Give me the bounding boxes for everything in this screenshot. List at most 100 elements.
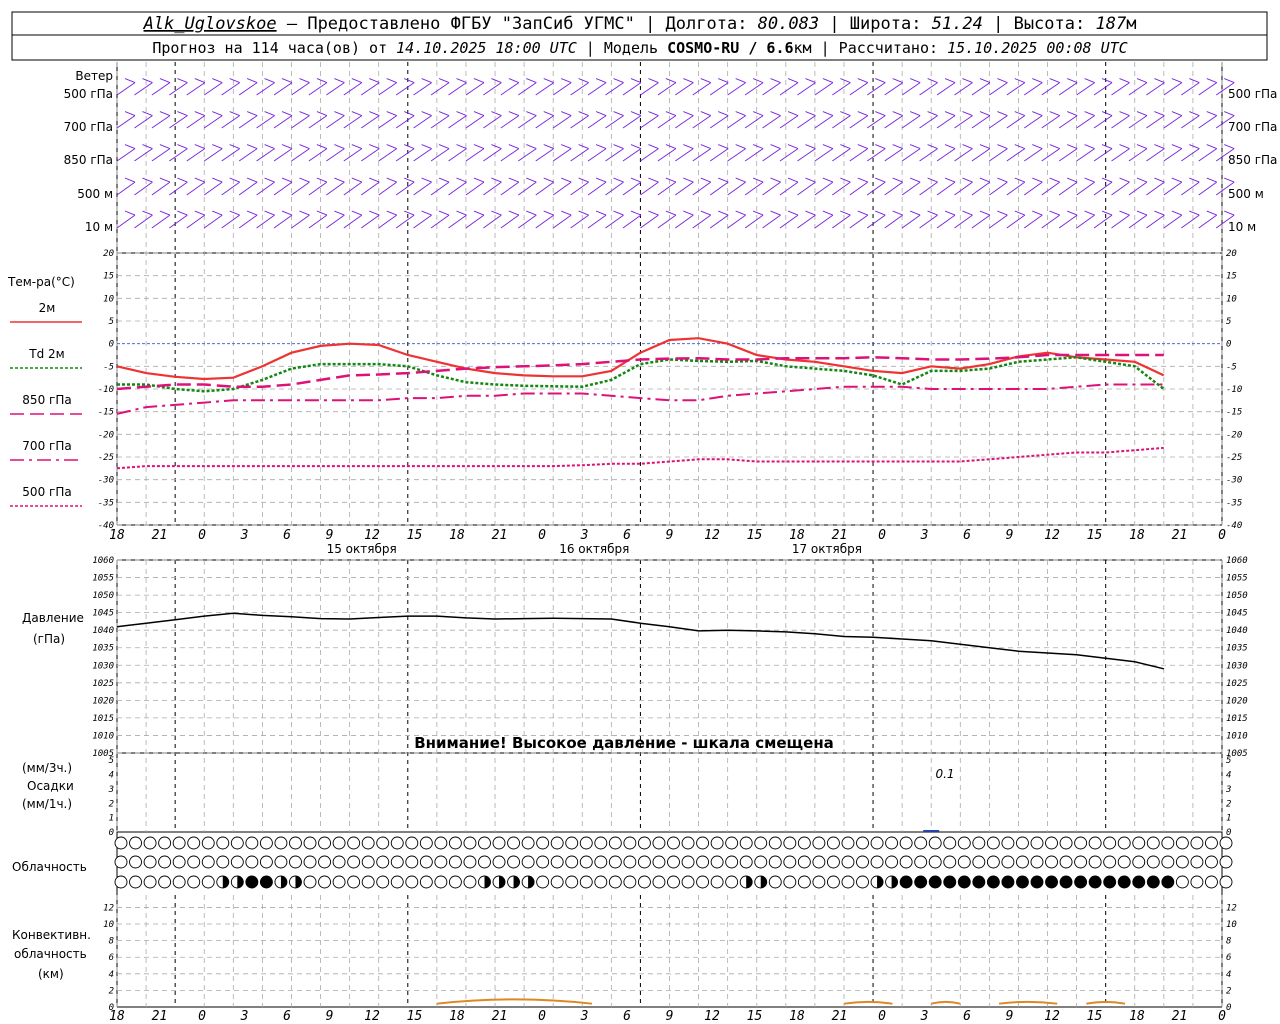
- wind-barb: [605, 78, 624, 96]
- wind-barb-feather: [421, 111, 432, 117]
- wind-barb: [1093, 144, 1113, 162]
- wind-barb-feather: [194, 144, 205, 150]
- wind-barb: [919, 78, 938, 96]
- wind-barb-staff: [378, 181, 397, 196]
- wind-barb-feather: [159, 210, 171, 216]
- wind-barb: [518, 144, 537, 162]
- wind-barb: [518, 177, 537, 196]
- wind-barb-feather: [561, 78, 572, 84]
- wind-barb-feather: [124, 78, 136, 84]
- wind-barb-staff: [326, 214, 345, 229]
- wind-barb-feather: [316, 144, 328, 150]
- cloud-cover-circle: [783, 855, 797, 869]
- wind-level-label-left: 850 гПа: [64, 153, 113, 167]
- wind-barb-staff: [814, 115, 834, 129]
- wind-barb-feather: [630, 144, 642, 150]
- wind-barb-staff: [221, 181, 240, 196]
- x-tick-label: 9: [666, 528, 674, 543]
- cloud-cover-circle: [1190, 875, 1204, 889]
- cloud-cover-circle: [841, 855, 855, 869]
- wind-barb-staff: [308, 115, 328, 129]
- cloud-cover-fill: [1089, 876, 1102, 888]
- y-tick-label: 3: [108, 785, 114, 795]
- wind-barb-feather: [561, 144, 572, 150]
- altitude-unit: м: [1126, 14, 1136, 34]
- wind-barb-staff: [116, 214, 136, 229]
- cloud-cover-fill: [1132, 876, 1145, 888]
- cloud-cover-fill: [943, 876, 956, 888]
- y-tick-label: 1025: [92, 679, 114, 689]
- wind-barb-feather: [648, 210, 659, 216]
- y-tick-label: 1055: [92, 574, 114, 584]
- wind-barb-staff: [500, 214, 520, 229]
- wind-barb-staff: [640, 115, 659, 129]
- wind-barb-staff: [570, 181, 589, 196]
- cloud-cover-circle: [1161, 855, 1175, 869]
- wind-barb-feather: [1032, 210, 1043, 216]
- wind-barb: [709, 78, 729, 96]
- y-tick-label: 6: [1226, 953, 1231, 963]
- cloud-cover-circle: [303, 855, 317, 869]
- x-tick-label: 15: [747, 528, 763, 543]
- wind-barb-staff: [744, 214, 764, 229]
- wind-barb: [308, 144, 328, 162]
- cloud-cover-circle: [1045, 836, 1058, 850]
- y-tick-label: 1010: [92, 731, 114, 741]
- cloud-cover-circle: [986, 855, 1000, 869]
- wind-barb-staff: [832, 148, 851, 162]
- wind-barb-feather: [752, 144, 764, 150]
- wind-barb-feather: [648, 177, 659, 183]
- wind-barb-staff: [1006, 181, 1026, 196]
- wind-barb-feather: [229, 144, 240, 150]
- wind-barb-staff: [134, 214, 153, 229]
- wind-barb-staff: [1163, 148, 1183, 162]
- y-tick-label: -5: [103, 362, 114, 372]
- y-tick-label: 8: [109, 937, 114, 947]
- wind-barb-feather: [124, 144, 136, 150]
- cloud-cover-circle: [768, 855, 782, 869]
- wind-barb-staff: [832, 115, 851, 129]
- wind-barb: [413, 111, 432, 129]
- cloud-cover-circle: [419, 836, 433, 850]
- wind-barb: [675, 144, 694, 162]
- cloud-cover-circle: [347, 875, 361, 889]
- wind-barb-feather: [665, 210, 677, 216]
- wind-barb: [273, 210, 293, 229]
- wind-barb: [692, 144, 712, 162]
- wind-barb: [116, 177, 136, 196]
- wind-barb: [1163, 144, 1183, 162]
- wind-level-label-right: 850 гПа: [1228, 153, 1277, 167]
- wind-barb-staff: [709, 115, 729, 129]
- wind-level-label-left: 10 м: [85, 220, 113, 234]
- wind-barb: [1076, 144, 1095, 162]
- wind-barb-staff: [1076, 148, 1095, 162]
- wind-barb-feather: [543, 78, 554, 84]
- wind-barb-feather: [595, 177, 607, 183]
- wind-barb: [448, 177, 467, 196]
- wind-barb-feather: [1136, 177, 1148, 183]
- cloud-cover-circle: [608, 855, 622, 869]
- wind-barb-staff: [221, 214, 240, 229]
- wind-barb-feather: [944, 111, 956, 117]
- cloud-cover-circle: [1190, 855, 1204, 869]
- wind-barb-staff: [570, 82, 589, 96]
- y-tick-label: 1020: [92, 696, 114, 706]
- wind-barb: [1041, 78, 1060, 96]
- cloud-cover-circle: [114, 836, 128, 850]
- x-tick-label: 3: [580, 1009, 589, 1024]
- wind-barb-staff: [552, 115, 572, 129]
- wind-barb-feather: [421, 177, 432, 183]
- cloud-cover-circle: [158, 875, 172, 889]
- wind-barb-feather: [473, 210, 485, 216]
- cloud-cover-circle: [405, 875, 419, 889]
- wind-barbs: [116, 78, 1235, 229]
- wind-barb: [343, 144, 363, 162]
- wind-barb-staff: [291, 148, 310, 162]
- wind-barb-feather: [1084, 144, 1095, 150]
- wind-barb-feather: [822, 210, 834, 216]
- wind-barb-staff: [866, 181, 886, 196]
- wind-barb: [1041, 210, 1060, 229]
- wind-barb-feather: [264, 144, 275, 150]
- wind-barb: [465, 177, 485, 196]
- y-tick-label: 8: [1226, 937, 1231, 947]
